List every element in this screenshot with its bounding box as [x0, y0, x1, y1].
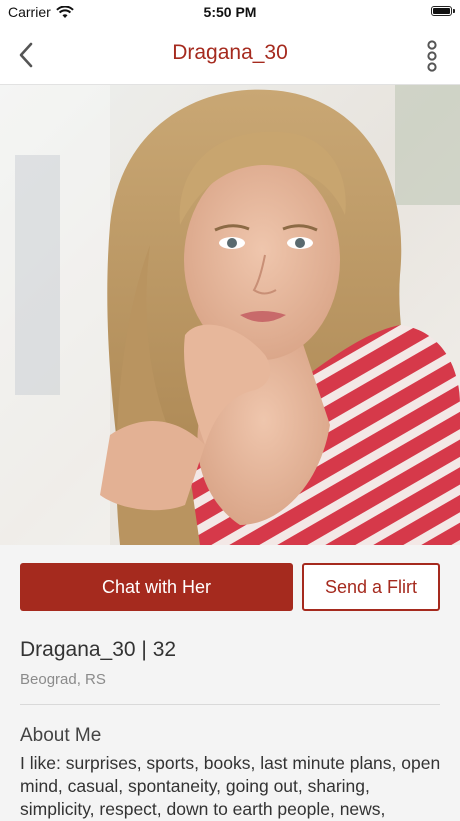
more-vertical-icon [427, 40, 437, 72]
more-options-button[interactable] [426, 40, 438, 72]
profile-photo-image [0, 85, 460, 545]
about-heading: About Me [20, 725, 102, 746]
action-buttons: Chat with Her Send a Flirt [20, 563, 440, 611]
chat-button[interactable]: Chat with Her [20, 563, 293, 611]
page-title: Dragana_30 [172, 41, 288, 64]
about-text: I like: surprises, sports, books, last m… [20, 753, 441, 819]
status-bar: Carrier 5:50 PM [0, 0, 460, 24]
back-button[interactable] [14, 41, 40, 69]
chevron-left-icon [19, 42, 33, 68]
battery-icon [431, 6, 455, 16]
divider [20, 704, 440, 705]
nav-bar: Dragana_30 [0, 24, 460, 85]
send-flirt-button[interactable]: Send a Flirt [302, 563, 440, 611]
profile-location: Beograd, RS [20, 671, 106, 688]
profile-name-age: Dragana_30 | 32 [20, 638, 177, 661]
profile-photo[interactable] [0, 85, 460, 545]
status-time: 5:50 PM [203, 4, 257, 20]
